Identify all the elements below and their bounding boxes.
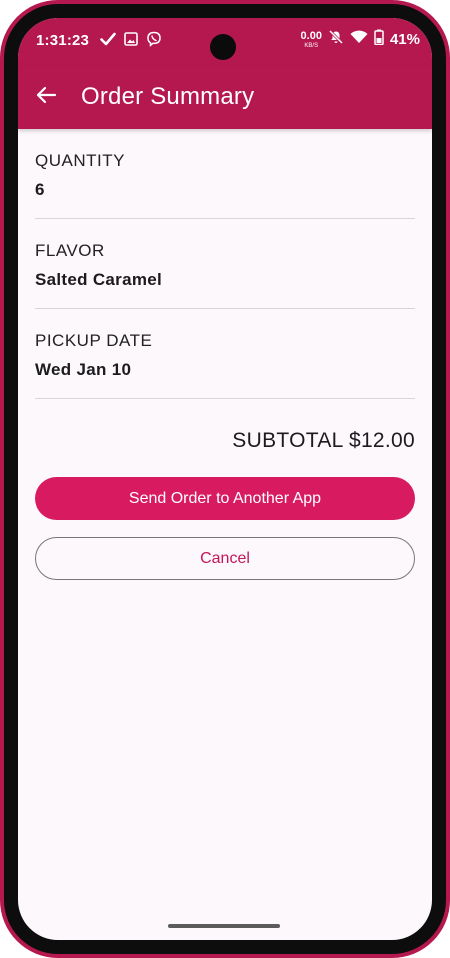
flavor-field: FLAVOR Salted Caramel bbox=[35, 219, 415, 309]
quantity-value: 6 bbox=[35, 180, 45, 199]
screen: 1:31:23 0.00 KB/S 41% Order Summary QUAN… bbox=[18, 18, 432, 940]
status-time: 1:31:23 bbox=[36, 32, 90, 49]
front-camera bbox=[210, 34, 236, 60]
order-summary: QUANTITY 6 FLAVOR Salted Caramel PICKUP … bbox=[35, 129, 415, 580]
status-bar: 1:31:23 0.00 KB/S 41% bbox=[18, 18, 432, 65]
arrow-back-icon bbox=[35, 84, 57, 111]
pickup-date-label: PICKUP DATE bbox=[35, 331, 153, 350]
network-speed-value: 0.00 bbox=[300, 29, 322, 42]
image-icon bbox=[124, 32, 138, 51]
network-speed-unit: KB/S bbox=[304, 42, 319, 49]
viber-icon bbox=[146, 31, 162, 52]
battery-percent: 41% bbox=[389, 31, 420, 48]
check-icon bbox=[100, 32, 116, 51]
system-icons: 0.00 KB/S 41% bbox=[301, 29, 420, 50]
subtotal: SUBTOTAL $12.00 bbox=[232, 429, 415, 452]
battery-icon bbox=[374, 29, 384, 50]
mute-icon bbox=[328, 29, 344, 50]
notification-icons bbox=[100, 31, 162, 52]
quantity-field: QUANTITY 6 bbox=[35, 129, 415, 219]
flavor-label: FLAVOR bbox=[35, 241, 105, 260]
pickup-date-field: PICKUP DATE Wed Jan 10 bbox=[35, 309, 415, 399]
quantity-label: QUANTITY bbox=[35, 151, 125, 170]
page-title: Order Summary bbox=[81, 83, 255, 110]
network-speed: 0.00 KB/S bbox=[300, 29, 322, 49]
app-bar: Order Summary bbox=[18, 65, 432, 129]
send-order-button[interactable]: Send Order to Another App bbox=[35, 477, 415, 520]
wifi-icon bbox=[350, 30, 368, 49]
gesture-navigation-bar[interactable] bbox=[168, 924, 280, 928]
back-button[interactable] bbox=[32, 83, 60, 111]
flavor-value: Salted Caramel bbox=[35, 270, 163, 289]
phone-bezel: 1:31:23 0.00 KB/S 41% Order Summary QUAN… bbox=[4, 4, 446, 954]
pickup-date-value: Wed Jan 10 bbox=[35, 360, 132, 379]
cancel-button[interactable]: Cancel bbox=[35, 537, 415, 580]
phone-frame: 1:31:23 0.00 KB/S 41% Order Summary QUAN… bbox=[0, 0, 450, 958]
